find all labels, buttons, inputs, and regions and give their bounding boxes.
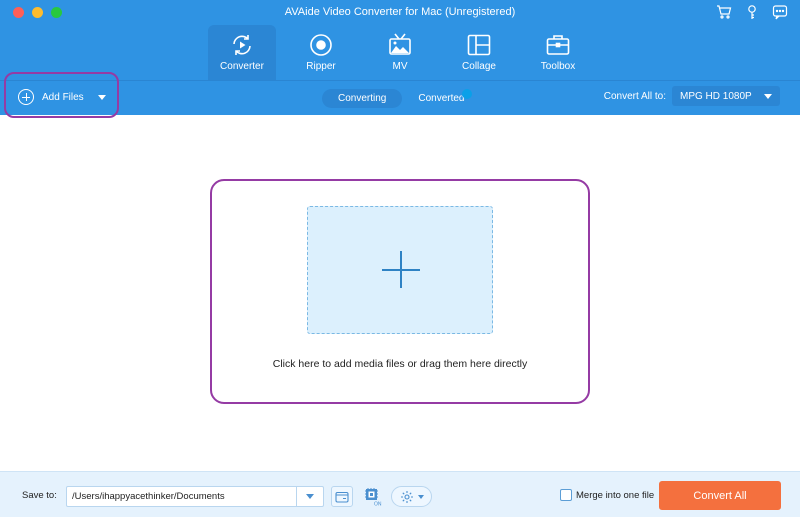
tab-converting[interactable]: Converting [322, 89, 403, 108]
collage-icon [467, 33, 491, 57]
toolbox-icon [546, 33, 570, 57]
nav-mv[interactable]: MV [366, 25, 434, 80]
nav-ripper[interactable]: Ripper [287, 25, 355, 80]
convert-all-button[interactable]: Convert All [659, 481, 781, 510]
ripper-icon [309, 33, 333, 57]
drop-zone-hint: Click here to add media files or drag th… [272, 358, 528, 370]
save-path-value: /Users/ihappyacethinker/Documents [72, 491, 225, 502]
notification-dot [462, 89, 472, 99]
nav-converter[interactable]: Converter [208, 25, 276, 80]
chevron-down-icon [417, 494, 424, 499]
nav-label: Converter [220, 61, 264, 72]
add-files-dropdown-icon[interactable] [97, 94, 106, 100]
top-icons [716, 4, 788, 20]
cpu-icon: ON [365, 487, 382, 507]
nav-toolbox[interactable]: Toolbox [524, 25, 592, 80]
convert-all-to-label: Convert All to: [603, 90, 666, 102]
hw-accel-badge: ON [374, 501, 382, 507]
hardware-acceleration-button[interactable]: ON [362, 486, 384, 507]
nav-label: MV [392, 61, 408, 72]
add-circle-icon [18, 89, 34, 105]
save-path-field[interactable]: /Users/ihappyacethinker/Documents [66, 486, 324, 507]
app-header: AVAide Video Converter for Mac (Unregist… [0, 0, 800, 115]
checkbox[interactable] [560, 489, 572, 501]
main-nav: Converter Ripper MV Collage Toolbox [208, 25, 603, 80]
feedback-icon[interactable] [772, 4, 788, 20]
nav-label: Collage [462, 61, 496, 72]
merge-checkbox[interactable]: Merge into one file [560, 489, 654, 501]
add-files-label: Add Files [42, 91, 84, 103]
mv-icon [388, 33, 412, 57]
plus-icon-vertical [400, 251, 402, 288]
key-icon[interactable] [744, 4, 760, 20]
folder-icon [335, 491, 349, 503]
convert-all-to: Convert All to: MPG HD 1080P [604, 86, 780, 106]
save-path-dropdown[interactable] [296, 487, 323, 506]
nav-label: Ripper [306, 61, 336, 72]
nav-collage[interactable]: Collage [445, 25, 513, 80]
add-files-button[interactable]: Add Files [18, 89, 106, 105]
cart-icon[interactable] [716, 4, 732, 20]
output-format-value: MPG HD 1080P [680, 90, 752, 102]
output-format-select[interactable]: MPG HD 1080P [672, 86, 780, 106]
window-title: AVAide Video Converter for Mac (Unregist… [284, 6, 516, 18]
gear-icon [400, 490, 413, 503]
open-folder-button[interactable] [331, 486, 353, 507]
chevron-down-icon [306, 494, 314, 499]
sub-toolbar: Add Files Converting Converted Convert A… [0, 80, 800, 115]
nav-label: Toolbox [540, 61, 576, 72]
merge-label: Merge into one file [576, 489, 655, 501]
footer-bar: Save to: /Users/ihappyacethinker/Documen… [0, 471, 800, 517]
converter-icon [230, 33, 254, 57]
chevron-down-icon [764, 93, 772, 99]
settings-button[interactable] [391, 486, 432, 507]
status-tabs: Converting Converted [322, 89, 481, 108]
add-media-box[interactable] [307, 206, 493, 334]
save-to-label: Save to: [22, 490, 57, 501]
